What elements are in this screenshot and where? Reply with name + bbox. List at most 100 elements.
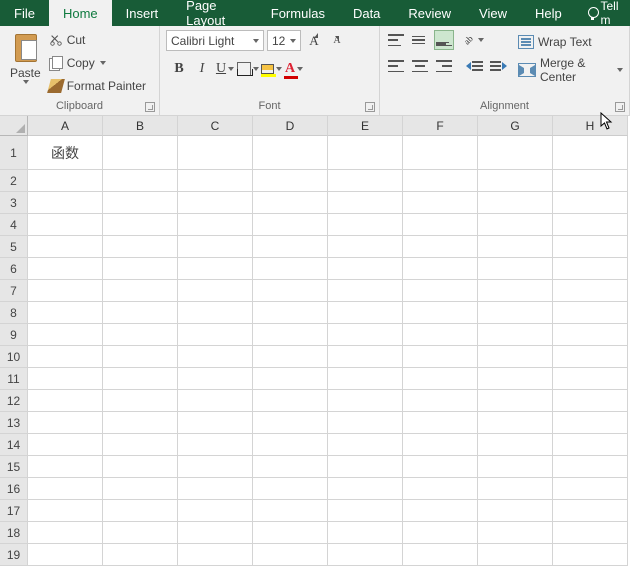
tab-data[interactable]: Data [339,0,394,26]
column-header-F[interactable]: F [403,116,478,136]
cell-E4[interactable] [328,214,403,236]
tab-help[interactable]: Help [521,0,576,26]
font-color-button[interactable]: A [283,59,305,79]
increase-font-button[interactable]: A [304,31,324,51]
cell-D9[interactable] [253,324,328,346]
cell-F18[interactable] [403,522,478,544]
cell-C8[interactable] [178,302,253,324]
cell-G5[interactable] [478,236,553,258]
cell-D12[interactable] [253,390,328,412]
cell-E1[interactable] [328,136,403,170]
cell-C5[interactable] [178,236,253,258]
cell-B4[interactable] [103,214,178,236]
cell-H3[interactable] [553,192,628,214]
row-header-3[interactable]: 3 [0,192,28,214]
column-header-H[interactable]: H [553,116,628,136]
cell-D17[interactable] [253,500,328,522]
tab-file[interactable]: File [0,0,49,26]
cell-A2[interactable] [28,170,103,192]
cell-G9[interactable] [478,324,553,346]
cell-D15[interactable] [253,456,328,478]
cell-C19[interactable] [178,544,253,566]
cut-button[interactable]: Cut [49,30,146,50]
column-header-E[interactable]: E [328,116,403,136]
cell-G18[interactable] [478,522,553,544]
row-header-16[interactable]: 16 [0,478,28,500]
cell-H9[interactable] [553,324,628,346]
cell-E5[interactable] [328,236,403,258]
underline-button[interactable]: U [214,59,236,79]
row-header-5[interactable]: 5 [0,236,28,258]
cell-E2[interactable] [328,170,403,192]
cell-C17[interactable] [178,500,253,522]
cell-H12[interactable] [553,390,628,412]
cell-F3[interactable] [403,192,478,214]
cell-F19[interactable] [403,544,478,566]
cell-C2[interactable] [178,170,253,192]
cell-B11[interactable] [103,368,178,390]
cell-E6[interactable] [328,258,403,280]
cell-D3[interactable] [253,192,328,214]
cell-D2[interactable] [253,170,328,192]
cell-A10[interactable] [28,346,103,368]
cell-E3[interactable] [328,192,403,214]
cell-G14[interactable] [478,434,553,456]
align-top-button[interactable] [386,30,406,50]
cell-G1[interactable] [478,136,553,170]
row-header-14[interactable]: 14 [0,434,28,456]
cell-D13[interactable] [253,412,328,434]
align-center-button[interactable] [410,56,430,76]
cell-E11[interactable] [328,368,403,390]
cell-E8[interactable] [328,302,403,324]
cell-G15[interactable] [478,456,553,478]
cell-E16[interactable] [328,478,403,500]
cell-F5[interactable] [403,236,478,258]
cell-H1[interactable] [553,136,628,170]
cell-C12[interactable] [178,390,253,412]
cell-E14[interactable] [328,434,403,456]
cell-F16[interactable] [403,478,478,500]
copy-button[interactable]: Copy [49,53,146,73]
select-all-corner[interactable] [0,116,28,136]
cell-F12[interactable] [403,390,478,412]
cell-A13[interactable] [28,412,103,434]
cell-D18[interactable] [253,522,328,544]
cell-E15[interactable] [328,456,403,478]
tell-me[interactable]: Tell m [576,0,630,26]
cell-D4[interactable] [253,214,328,236]
tab-review[interactable]: Review [394,0,465,26]
cell-H4[interactable] [553,214,628,236]
increase-indent-button[interactable] [488,56,508,76]
format-painter-button[interactable]: Format Painter [49,76,146,96]
cell-C7[interactable] [178,280,253,302]
cell-F8[interactable] [403,302,478,324]
cell-G3[interactable] [478,192,553,214]
cell-G19[interactable] [478,544,553,566]
column-header-G[interactable]: G [478,116,553,136]
row-header-4[interactable]: 4 [0,214,28,236]
cell-H18[interactable] [553,522,628,544]
row-header-7[interactable]: 7 [0,280,28,302]
cell-D7[interactable] [253,280,328,302]
bold-button[interactable]: B [168,59,190,79]
cell-D10[interactable] [253,346,328,368]
cell-G12[interactable] [478,390,553,412]
decrease-font-button[interactable]: A [327,31,347,51]
cell-B5[interactable] [103,236,178,258]
cell-D16[interactable] [253,478,328,500]
cell-B16[interactable] [103,478,178,500]
cell-C18[interactable] [178,522,253,544]
cell-C13[interactable] [178,412,253,434]
cell-A17[interactable] [28,500,103,522]
cell-G8[interactable] [478,302,553,324]
cell-A8[interactable] [28,302,103,324]
paste-button[interactable]: Paste [6,30,45,86]
column-header-D[interactable]: D [253,116,328,136]
cell-D14[interactable] [253,434,328,456]
cell-H6[interactable] [553,258,628,280]
cell-F17[interactable] [403,500,478,522]
cell-F4[interactable] [403,214,478,236]
cell-A15[interactable] [28,456,103,478]
cell-C4[interactable] [178,214,253,236]
cell-C3[interactable] [178,192,253,214]
